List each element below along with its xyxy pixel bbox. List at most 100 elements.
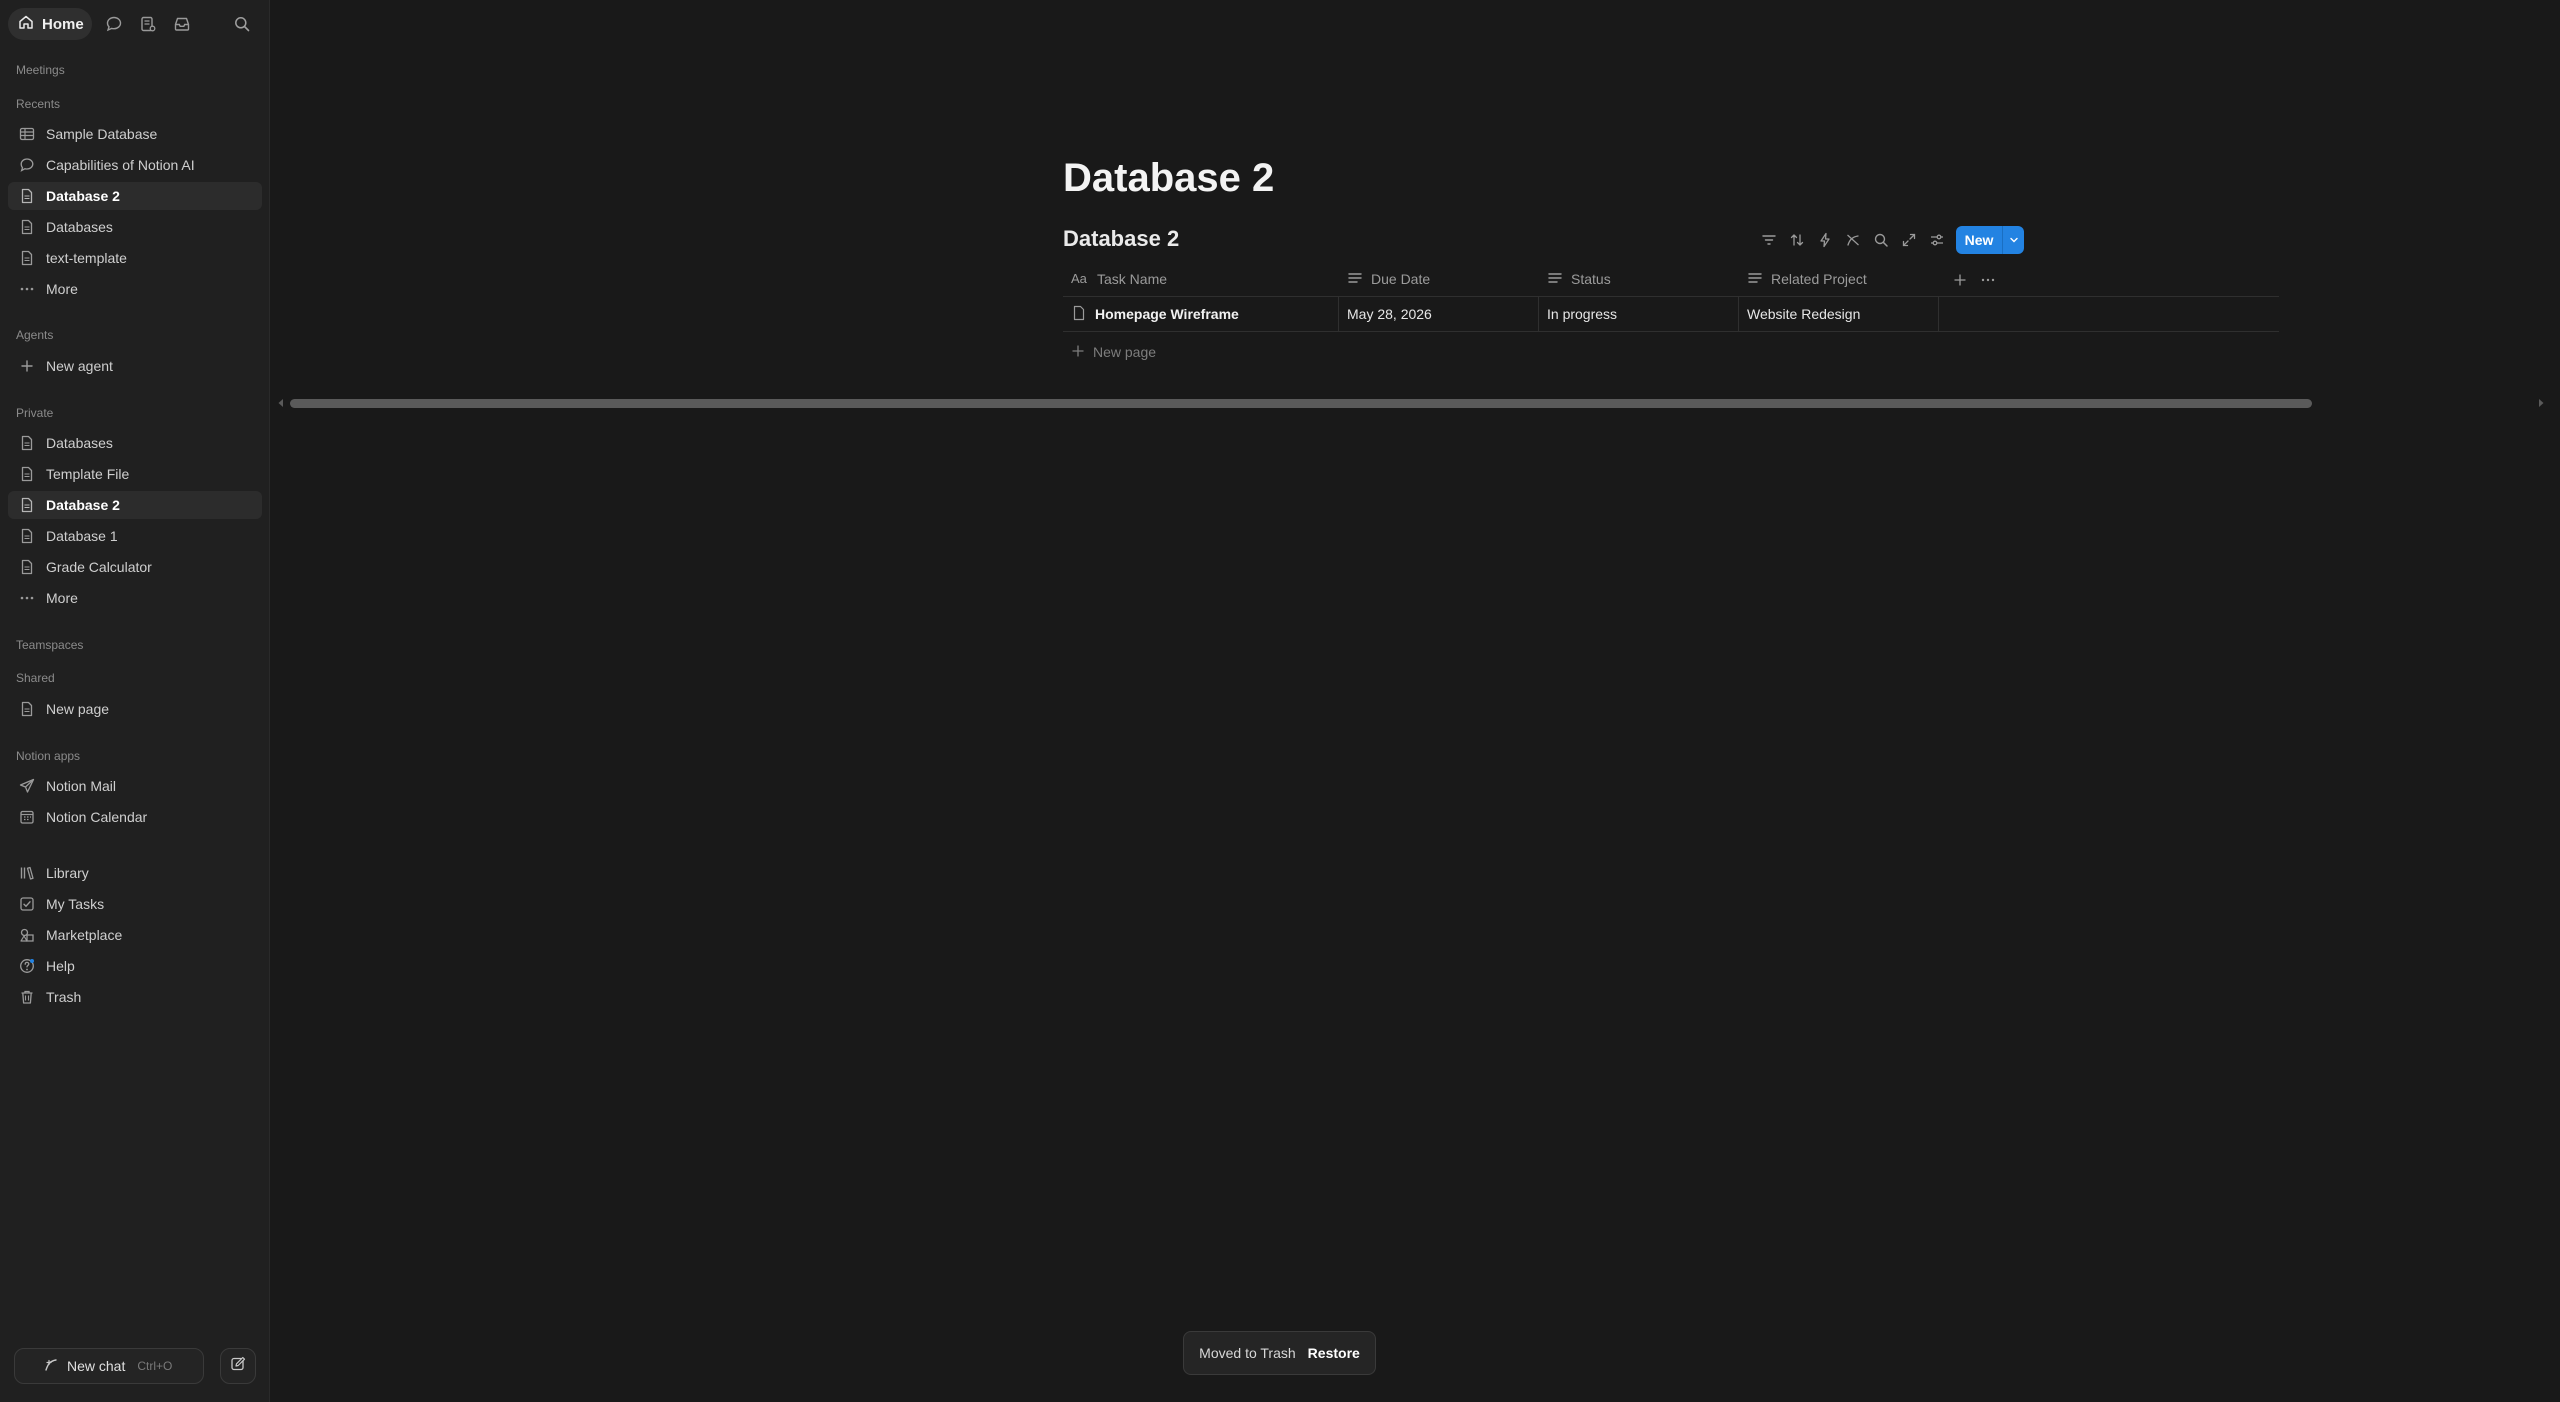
section-private[interactable]: Private [16, 406, 53, 420]
cell-text: May 28, 2026 [1347, 306, 1432, 322]
plus-icon [18, 357, 36, 375]
cell-task-name[interactable]: Homepage Wireframe [1063, 297, 1339, 331]
section-teamspaces[interactable]: Teamspaces [16, 638, 83, 652]
cell-related-project[interactable]: Website Redesign [1739, 297, 1939, 331]
sidebar-item-notion-calendar[interactable]: Notion Calendar [8, 803, 262, 831]
sort-icon[interactable] [1787, 230, 1807, 250]
new-chat-button[interactable]: New chat Ctrl+O [14, 1348, 204, 1384]
inbox-icon[interactable] [172, 14, 192, 34]
trash-icon [18, 988, 36, 1006]
ai-autofill-icon[interactable] [1843, 230, 1863, 250]
sidebar-item-label: Library [46, 865, 89, 881]
page-title[interactable]: Database 2 [1063, 156, 1274, 201]
cell-due-date[interactable]: May 28, 2026 [1339, 297, 1539, 331]
svg-text:Aa: Aa [1071, 271, 1088, 285]
sidebar-item-label: New page [46, 701, 110, 717]
sidebar-item-database-2-private[interactable]: Database 2 [8, 491, 262, 519]
section-recents[interactable]: Recents [16, 97, 60, 111]
page-icon [18, 218, 36, 236]
table-row[interactable]: Homepage Wireframe May 28, 2026 In progr… [1063, 296, 2279, 332]
sidebar-item-more-private[interactable]: More [8, 584, 262, 612]
new-button[interactable]: New [1956, 226, 2024, 254]
sidebar-item-databases-private[interactable]: Databases [8, 429, 262, 457]
restore-button[interactable]: Restore [1308, 1345, 1360, 1361]
page-icon [18, 558, 36, 576]
sidebar-item-help[interactable]: Help [8, 952, 262, 980]
sidebar-item-new-agent[interactable]: New agent [8, 352, 262, 380]
sidebar-item-template-file[interactable]: Template File [8, 460, 262, 488]
page-icon [18, 527, 36, 545]
sidebar-footer: New chat Ctrl+O [14, 1348, 256, 1384]
expand-icon[interactable] [1899, 230, 1919, 250]
sidebar-item-label: Notion Mail [46, 778, 117, 794]
new-page-label: New page [1093, 344, 1157, 360]
sidebar-item-more-recents[interactable]: More [8, 275, 262, 303]
page-icon [18, 496, 36, 514]
search-icon[interactable] [232, 14, 252, 34]
section-agents[interactable]: Agents [16, 328, 53, 342]
column-header-due-date[interactable]: Due Date [1339, 264, 1539, 294]
compose-button[interactable] [220, 1348, 256, 1384]
sidebar-item-databases[interactable]: Databases [8, 213, 262, 241]
sidebar-item-database-1[interactable]: Database 1 [8, 522, 262, 550]
chevron-down-icon[interactable] [2003, 235, 2024, 245]
checkbox-icon [18, 895, 36, 913]
sidebar-item-trash[interactable]: Trash [8, 983, 262, 1011]
sidebar-item-grade-calculator[interactable]: Grade Calculator [8, 553, 262, 581]
plus-icon [1071, 344, 1085, 361]
sidebar-item-sample-database[interactable]: Sample Database [8, 120, 262, 148]
chat-icon[interactable] [104, 14, 124, 34]
sidebar-item-label: New agent [46, 358, 113, 374]
column-header-label: Status [1571, 271, 1611, 287]
scroll-left-arrow-icon[interactable] [276, 396, 286, 410]
cell-text: Website Redesign [1747, 306, 1861, 322]
sidebar-item-label: More [46, 281, 78, 297]
home-button[interactable]: Home [8, 8, 92, 40]
column-header-label: Related Project [1771, 271, 1867, 287]
filter-icon[interactable] [1759, 230, 1779, 250]
column-header-related-project[interactable]: Related Project [1739, 264, 1939, 294]
text-lines-icon [1747, 270, 1763, 289]
automation-bolt-icon[interactable] [1815, 230, 1835, 250]
new-button-label[interactable]: New [1956, 232, 2002, 248]
sidebar-item-database-2[interactable]: Database 2 [8, 182, 262, 210]
sidebar-item-new-page[interactable]: New page [8, 695, 262, 723]
sidebar-item-label: Template File [46, 466, 130, 482]
page-icon [18, 700, 36, 718]
cell-status[interactable]: In progress [1539, 297, 1739, 331]
column-header-status[interactable]: Status [1539, 264, 1739, 294]
new-page-row[interactable]: New page [1063, 338, 1156, 366]
settings-sliders-icon[interactable] [1927, 230, 1947, 250]
home-label: Home [42, 15, 84, 33]
cell-text: In progress [1547, 306, 1618, 322]
column-header-label: Task Name [1097, 271, 1168, 287]
meeting-notes-icon[interactable] [138, 14, 158, 34]
section-meetings[interactable]: Meetings [16, 63, 65, 77]
sidebar-item-label: Sample Database [46, 126, 158, 142]
horizontal-scrollbar[interactable] [276, 396, 2546, 410]
marketplace-icon [18, 926, 36, 944]
sidebar-item-text-template[interactable]: text-template [8, 244, 262, 272]
sidebar-item-library[interactable]: Library [8, 859, 262, 887]
sidebar-item-capabilities-of-notion-ai[interactable]: Capabilities of Notion AI [8, 151, 262, 179]
sidebar-item-marketplace[interactable]: Marketplace [8, 921, 262, 949]
scrollbar-thumb[interactable] [290, 399, 2312, 408]
column-header-label: Due Date [1371, 271, 1431, 287]
section-notion-apps[interactable]: Notion apps [16, 749, 80, 763]
more-options-icon[interactable] [1978, 270, 1998, 290]
sidebar-item-notion-mail[interactable]: Notion Mail [8, 772, 262, 800]
column-header-task-name[interactable]: Aa Task Name [1063, 264, 1339, 294]
add-column-plus-icon[interactable] [1950, 270, 1970, 290]
main-content: Database 2 Database 2 New Aa Task Name D… [271, 0, 2560, 1402]
sidebar-item-label: Databases [46, 219, 113, 235]
search-icon[interactable] [1871, 230, 1891, 250]
more-dots-icon [18, 280, 36, 298]
new-chat-shortcut: Ctrl+O [137, 1359, 173, 1373]
home-icon [18, 14, 34, 34]
database-title[interactable]: Database 2 [1063, 226, 1179, 252]
scroll-right-arrow-icon[interactable] [2536, 396, 2546, 410]
sidebar-item-my-tasks[interactable]: My Tasks [8, 890, 262, 918]
section-shared[interactable]: Shared [16, 671, 55, 685]
sidebar-item-label: Capabilities of Notion AI [46, 157, 195, 173]
toast-message: Moved to Trash [1199, 1345, 1296, 1361]
